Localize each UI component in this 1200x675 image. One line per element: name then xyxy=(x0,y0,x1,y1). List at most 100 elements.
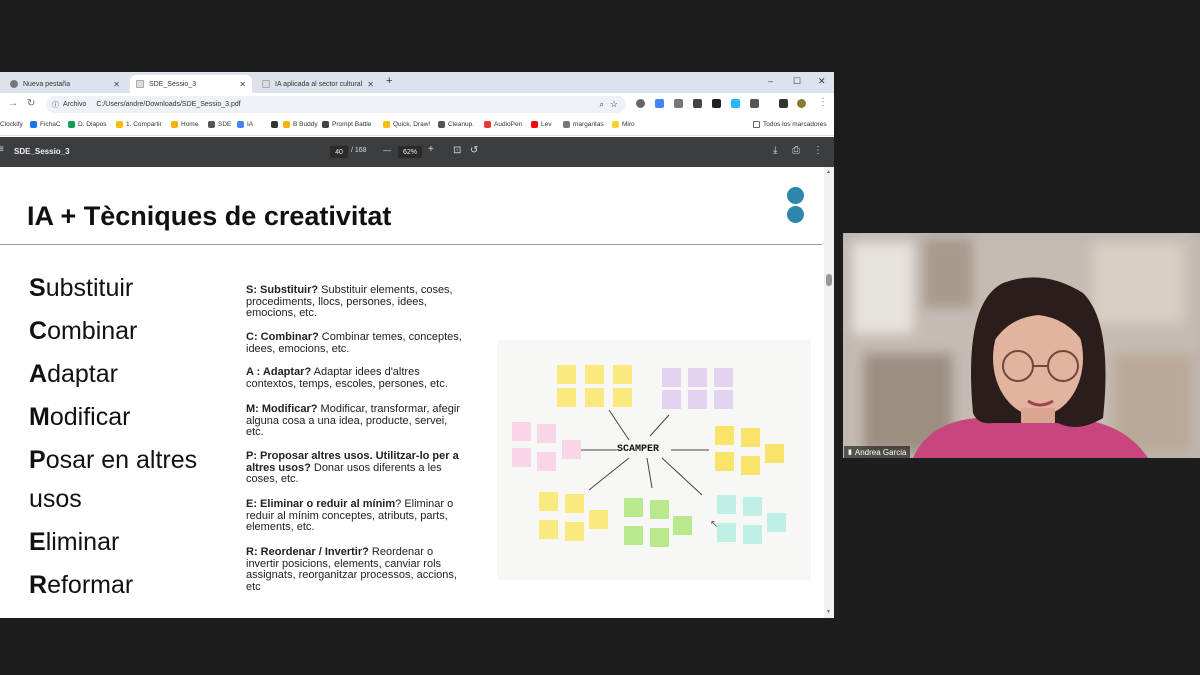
scrollbar[interactable]: ▲ ▼ xyxy=(824,167,834,618)
download-icon[interactable]: ⤓ xyxy=(773,145,777,156)
info-icon: ⓘ xyxy=(52,101,59,109)
word-rest: ubstituir xyxy=(45,274,134,302)
bookmark-label: D. Diapos xyxy=(78,121,107,128)
close-icon[interactable]: ✕ xyxy=(239,80,246,89)
scroll-up-icon[interactable]: ▲ xyxy=(826,169,831,175)
sticky-note xyxy=(715,452,734,471)
word-initial: S xyxy=(29,274,46,302)
extension-icon[interactable] xyxy=(712,99,721,108)
bookmark-item[interactable]: Clockify xyxy=(0,121,23,128)
decorative-dot xyxy=(787,206,804,223)
translate-icon[interactable] xyxy=(655,99,664,108)
bookmark-item[interactable]: Home xyxy=(171,121,198,128)
zoom-out-button[interactable]: — xyxy=(383,146,391,155)
zoom-level-input[interactable]: 62% xyxy=(398,146,422,158)
participant-name: Andrea Garcia xyxy=(854,447,907,457)
scroll-thumb[interactable] xyxy=(826,274,832,286)
bookmark-label: Clockify xyxy=(0,121,23,128)
scamper-description: R: Reordenar / Invertir? Reordenar o inv… xyxy=(246,546,466,593)
sticky-note xyxy=(512,448,531,467)
tab-ia-aplicada[interactable]: IA aplicada al sector cultural ✕ xyxy=(256,75,380,93)
all-bookmarks-button[interactable]: Todos los marcadores xyxy=(753,121,827,128)
menu-icon[interactable]: ⋮ xyxy=(818,97,828,108)
bookmark-item[interactable]: Miro xyxy=(612,121,635,128)
bookmark-icon xyxy=(383,121,390,128)
tab-strip: Nueva pestaña ✕ SDE_Sessio_3 ✕ IA aplica… xyxy=(0,72,834,93)
forward-icon[interactable]: → xyxy=(8,98,18,109)
sticky-note xyxy=(585,388,604,407)
zoom-in-button[interactable]: + xyxy=(428,144,434,155)
puzzle-icon[interactable] xyxy=(750,99,759,108)
minimize-button[interactable]: – xyxy=(768,76,773,86)
close-icon[interactable]: ✕ xyxy=(367,80,374,89)
address-text: C:/Users/andre/Downloads/SDE_Sessio_3.pd… xyxy=(96,101,241,108)
menu-icon[interactable]: ≡ xyxy=(0,144,4,155)
sticky-note xyxy=(565,522,584,541)
new-tab-button[interactable]: + xyxy=(386,75,392,87)
tab-sde-sessio[interactable]: SDE_Sessio_3 ✕ xyxy=(130,75,252,93)
bookmark-item[interactable]: Cleanup. xyxy=(438,121,474,128)
bookmark-label: AudioPen xyxy=(494,121,523,128)
bookmark-item[interactable]: SDE xyxy=(208,121,231,128)
bookmark-label: SDE xyxy=(218,121,232,128)
scamper-word: Reformar xyxy=(29,571,133,600)
bookmark-label: margaritas xyxy=(573,121,604,128)
address-bar[interactable]: ⓘ Archivo C:/Users/andre/Downloads/SDE_S… xyxy=(46,96,626,113)
sticky-note xyxy=(624,526,643,545)
extension-icon[interactable] xyxy=(674,99,683,108)
bookmark-item[interactable] xyxy=(271,121,281,128)
bookmark-item[interactable]: margaritas xyxy=(563,121,604,128)
bookmark-item[interactable]: Lev xyxy=(531,121,551,128)
rotate-icon[interactable]: ↺ xyxy=(470,145,478,156)
bookmark-item[interactable]: IA xyxy=(237,121,253,128)
description-heading: E: Eliminar o reduir al mínim xyxy=(246,498,396,510)
extension-icon[interactable] xyxy=(693,99,702,108)
sticky-note xyxy=(565,494,584,513)
close-icon[interactable]: ✕ xyxy=(113,80,120,89)
sticky-note xyxy=(741,428,760,447)
bookmark-item[interactable]: FichaC xyxy=(30,121,61,128)
sticky-note xyxy=(589,510,608,529)
extension-icon[interactable] xyxy=(636,99,645,108)
scamper-label: SCAMPER xyxy=(617,444,660,455)
word-initial: R xyxy=(29,571,48,599)
tab-new-tab[interactable]: Nueva pestaña ✕ xyxy=(4,75,126,93)
bookmark-item[interactable]: D. Diapos xyxy=(68,121,107,128)
scamper-word: Posar en altres xyxy=(29,446,197,475)
scamper-description: E: Eliminar o reduir al mínim? Eliminar … xyxy=(246,498,466,534)
bookmark-icon xyxy=(237,121,244,128)
print-icon[interactable]: ⎙ xyxy=(792,145,800,156)
close-window-button[interactable]: ✕ xyxy=(818,76,826,87)
webcam-feed: ▮ Andrea Garcia xyxy=(843,233,1200,458)
scamper-description: S: Substituir? Substituir elements, cose… xyxy=(246,284,466,320)
description-heading: R: Reordenar / Invertir? xyxy=(246,546,369,558)
bookmark-item[interactable]: Prompt Battle xyxy=(322,121,371,128)
word-initial: E xyxy=(29,528,46,556)
sticky-note xyxy=(767,513,786,532)
avatar[interactable] xyxy=(797,99,806,108)
maximize-button[interactable]: ☐ xyxy=(793,76,801,87)
toolbar: → ↻ ⓘ Archivo C:/Users/andre/Downloads/S… xyxy=(0,93,834,116)
bookmark-item[interactable]: B Buddy xyxy=(283,121,318,128)
sticky-note xyxy=(624,498,643,517)
bookmark-item[interactable]: Quick, Draw! xyxy=(383,121,430,128)
scroll-down-icon[interactable]: ▼ xyxy=(826,609,831,615)
star-icon[interactable]: ☆ xyxy=(610,99,618,110)
more-icon[interactable]: ⋮ xyxy=(813,145,823,156)
reload-icon[interactable]: ↻ xyxy=(27,98,35,109)
extension-icon[interactable] xyxy=(731,99,740,108)
sticky-note xyxy=(743,497,762,516)
zoom-icon[interactable]: ⌕ xyxy=(600,100,604,110)
fit-page-icon[interactable]: ⊡ xyxy=(453,145,461,156)
bookmark-label: IA xyxy=(247,121,254,128)
bookmark-item[interactable]: AudioPen xyxy=(484,121,522,128)
tab-label: Nueva pestaña xyxy=(23,80,71,88)
sticky-note xyxy=(688,368,707,387)
bookmark-icon xyxy=(271,121,278,128)
page-number-input[interactable]: 40 xyxy=(330,146,348,158)
bookmark-label: 1. Compartir xyxy=(126,121,162,128)
side-panel-icon[interactable] xyxy=(779,99,788,108)
bookmark-item[interactable]: 1. Compartir xyxy=(116,121,162,128)
pdf-file-icon xyxy=(136,80,144,88)
bookmark-label: Miro xyxy=(622,121,635,128)
